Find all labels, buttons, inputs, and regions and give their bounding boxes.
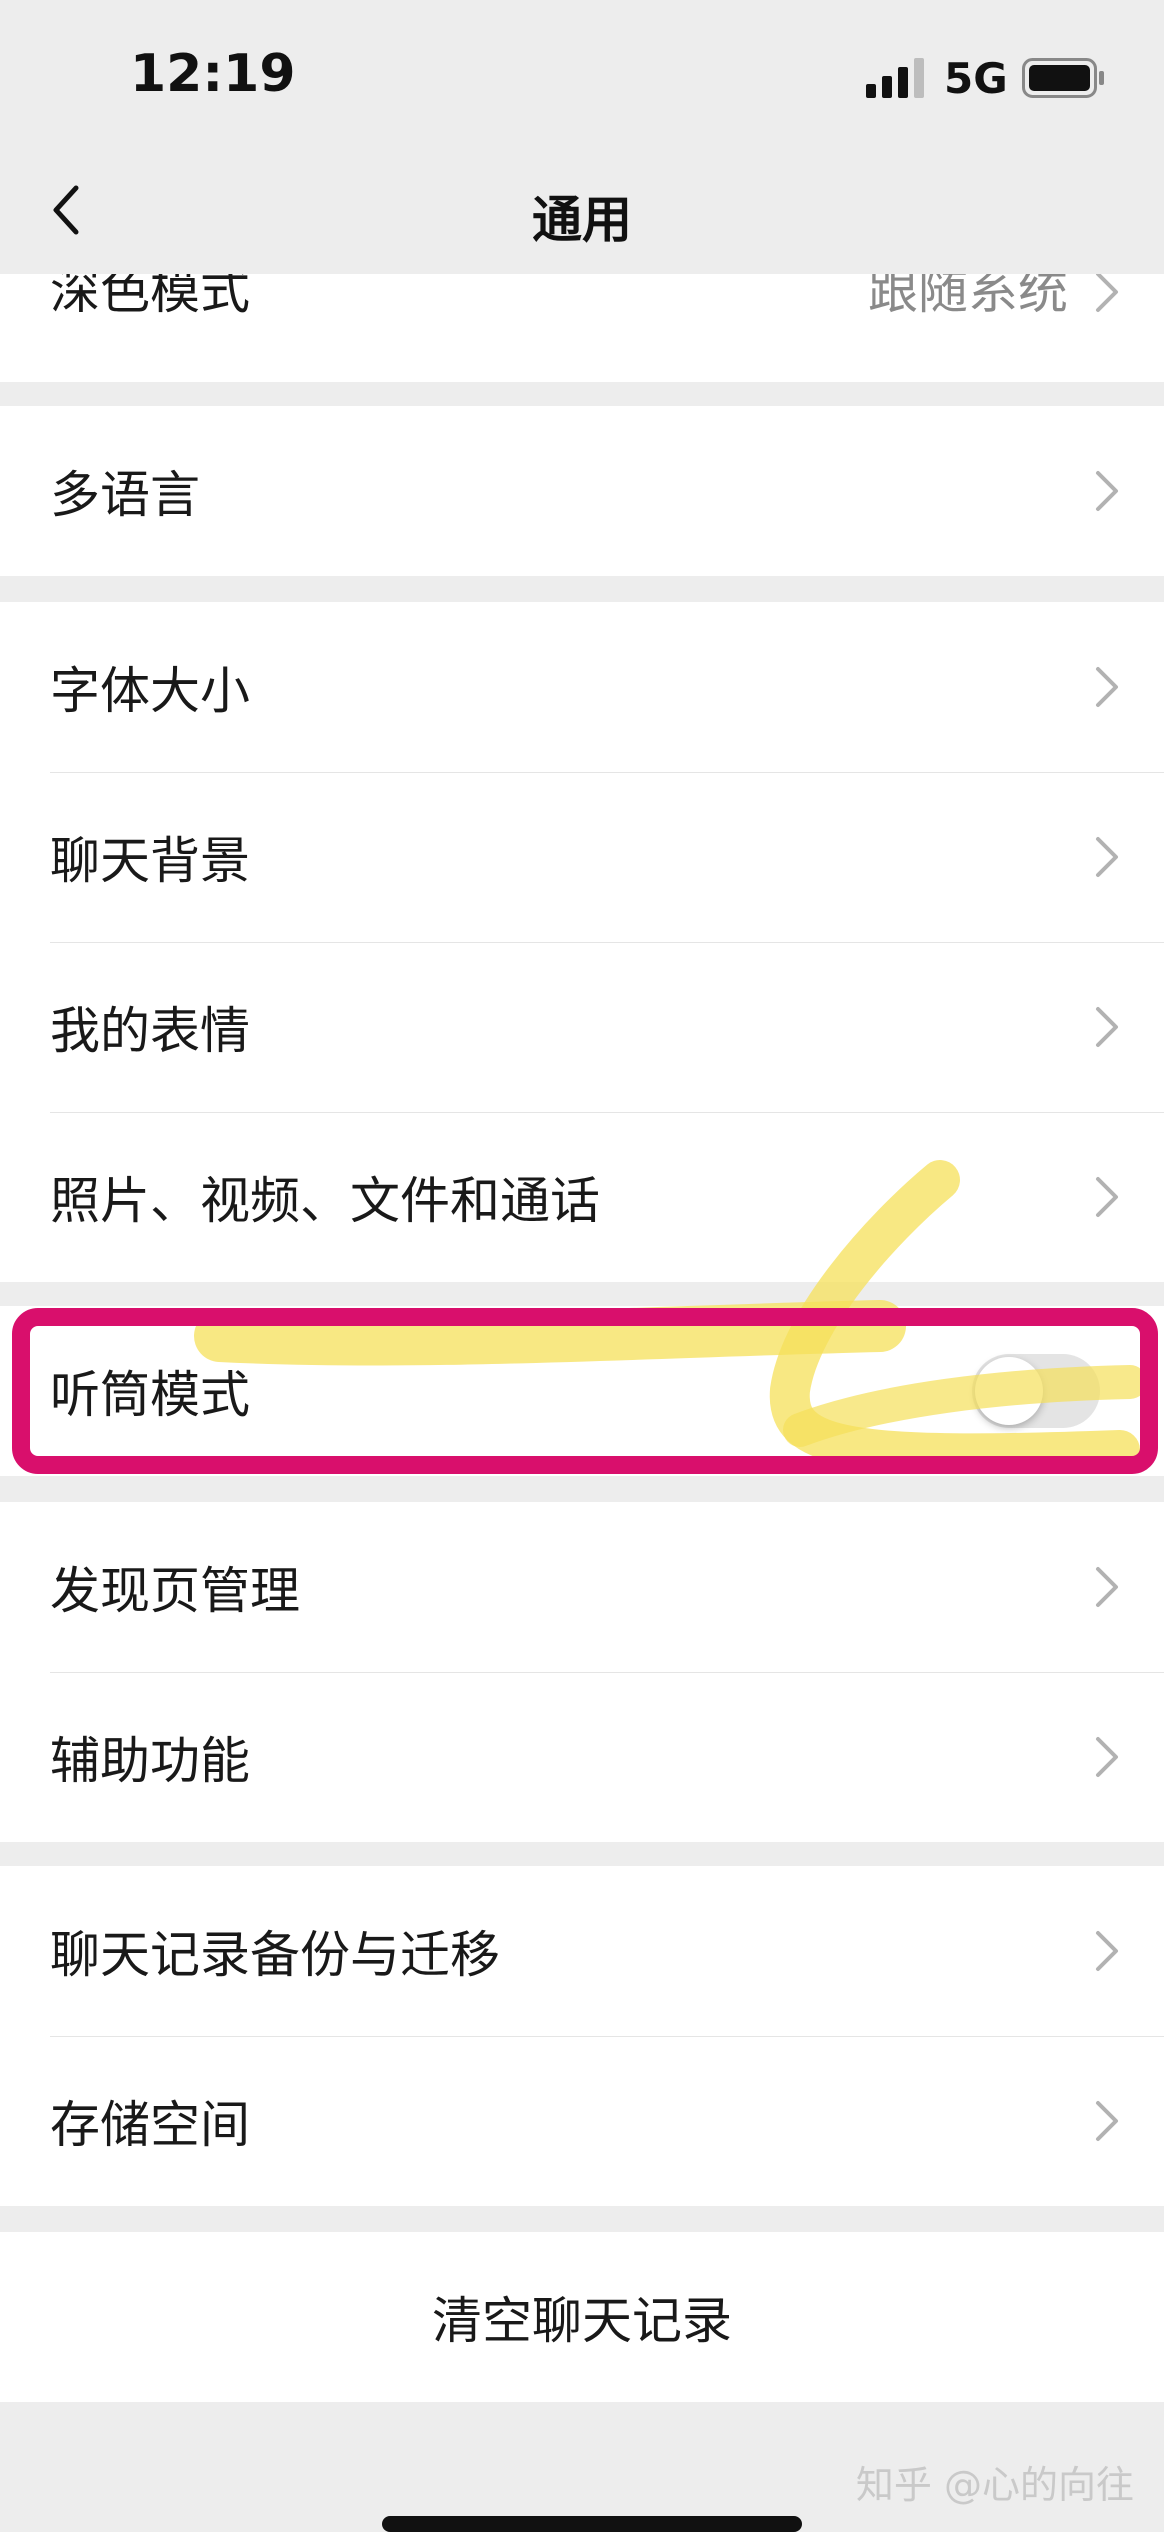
my-stickers-row[interactable]: 我的表情 [0,942,1164,1112]
settings-group-clear: 清空聊天记录 [0,2232,1164,2402]
chevron-right-icon [1096,1177,1118,1217]
network-type: 5G [944,54,1008,103]
language-row[interactable]: 多语言 [0,406,1164,576]
chevron-right-icon [1096,471,1118,511]
dark-mode-row-visible[interactable]: 深色模式 跟随系统 [0,266,1164,382]
settings-group-chat: 字体大小 聊天背景 我的表情 照片、视频、文件和通话 [0,602,1164,1282]
earpiece-mode-row: 听筒模式 [0,1306,1164,1476]
row-label: 我的表情 [50,1002,250,1060]
chat-background-row[interactable]: 聊天背景 [0,772,1164,942]
chevron-right-icon [1096,2101,1118,2141]
row-label: 清空聊天记录 [432,2292,732,2350]
chevron-right-icon [1096,272,1118,312]
chevron-right-icon [1096,1007,1118,1047]
chevron-right-icon [1096,837,1118,877]
row-label: 照片、视频、文件和通话 [50,1172,600,1230]
home-indicator [382,2516,802,2532]
row-label: 聊天背景 [50,832,250,890]
dark-mode-visible: 深色模式 跟随系统 [0,266,1164,382]
chevron-right-icon [1096,1737,1118,1777]
row-label: 字体大小 [50,662,250,720]
status-bar: 12:19 5G [0,0,1164,150]
watermark: 知乎 @心的向往 [855,2463,1134,2507]
battery-icon [1022,58,1104,98]
earpiece-mode-toggle[interactable] [972,1354,1100,1428]
nav-bar-overlay: 通用 [0,150,1164,274]
toggle-knob [975,1357,1043,1425]
settings-group-language: 多语言 [0,406,1164,576]
chevron-right-icon [1096,1931,1118,1971]
clear-chat-history-button[interactable]: 清空聊天记录 [0,2232,1164,2402]
row-label: 多语言 [50,466,200,524]
settings-group-storage: 聊天记录备份与迁移 存储空间 [0,1866,1164,2206]
media-files-calls-row[interactable]: 照片、视频、文件和通话 [0,1112,1164,1282]
row-label: 辅助功能 [50,1732,250,1790]
row-label: 发现页管理 [50,1562,300,1620]
accessibility-row[interactable]: 辅助功能 [0,1672,1164,1842]
status-time: 12:19 [130,44,296,104]
signal-icon [866,58,924,98]
chevron-right-icon [1096,667,1118,707]
settings-group-earpiece: 听筒模式 [0,1306,1164,1476]
chat-backup-row[interactable]: 聊天记录备份与迁移 [0,1866,1164,2036]
discover-management-row[interactable]: 发现页管理 [0,1502,1164,1672]
row-label: 聊天记录备份与迁移 [50,1926,500,1984]
nav-title: 通用 [532,191,632,249]
row-label: 存储空间 [50,2096,250,2154]
font-size-row[interactable]: 字体大小 [0,602,1164,772]
chevron-right-icon [1096,1567,1118,1607]
row-label: 听筒模式 [50,1366,250,1424]
storage-row[interactable]: 存储空间 [0,2036,1164,2206]
settings-group-tools: 发现页管理 辅助功能 [0,1502,1164,1842]
